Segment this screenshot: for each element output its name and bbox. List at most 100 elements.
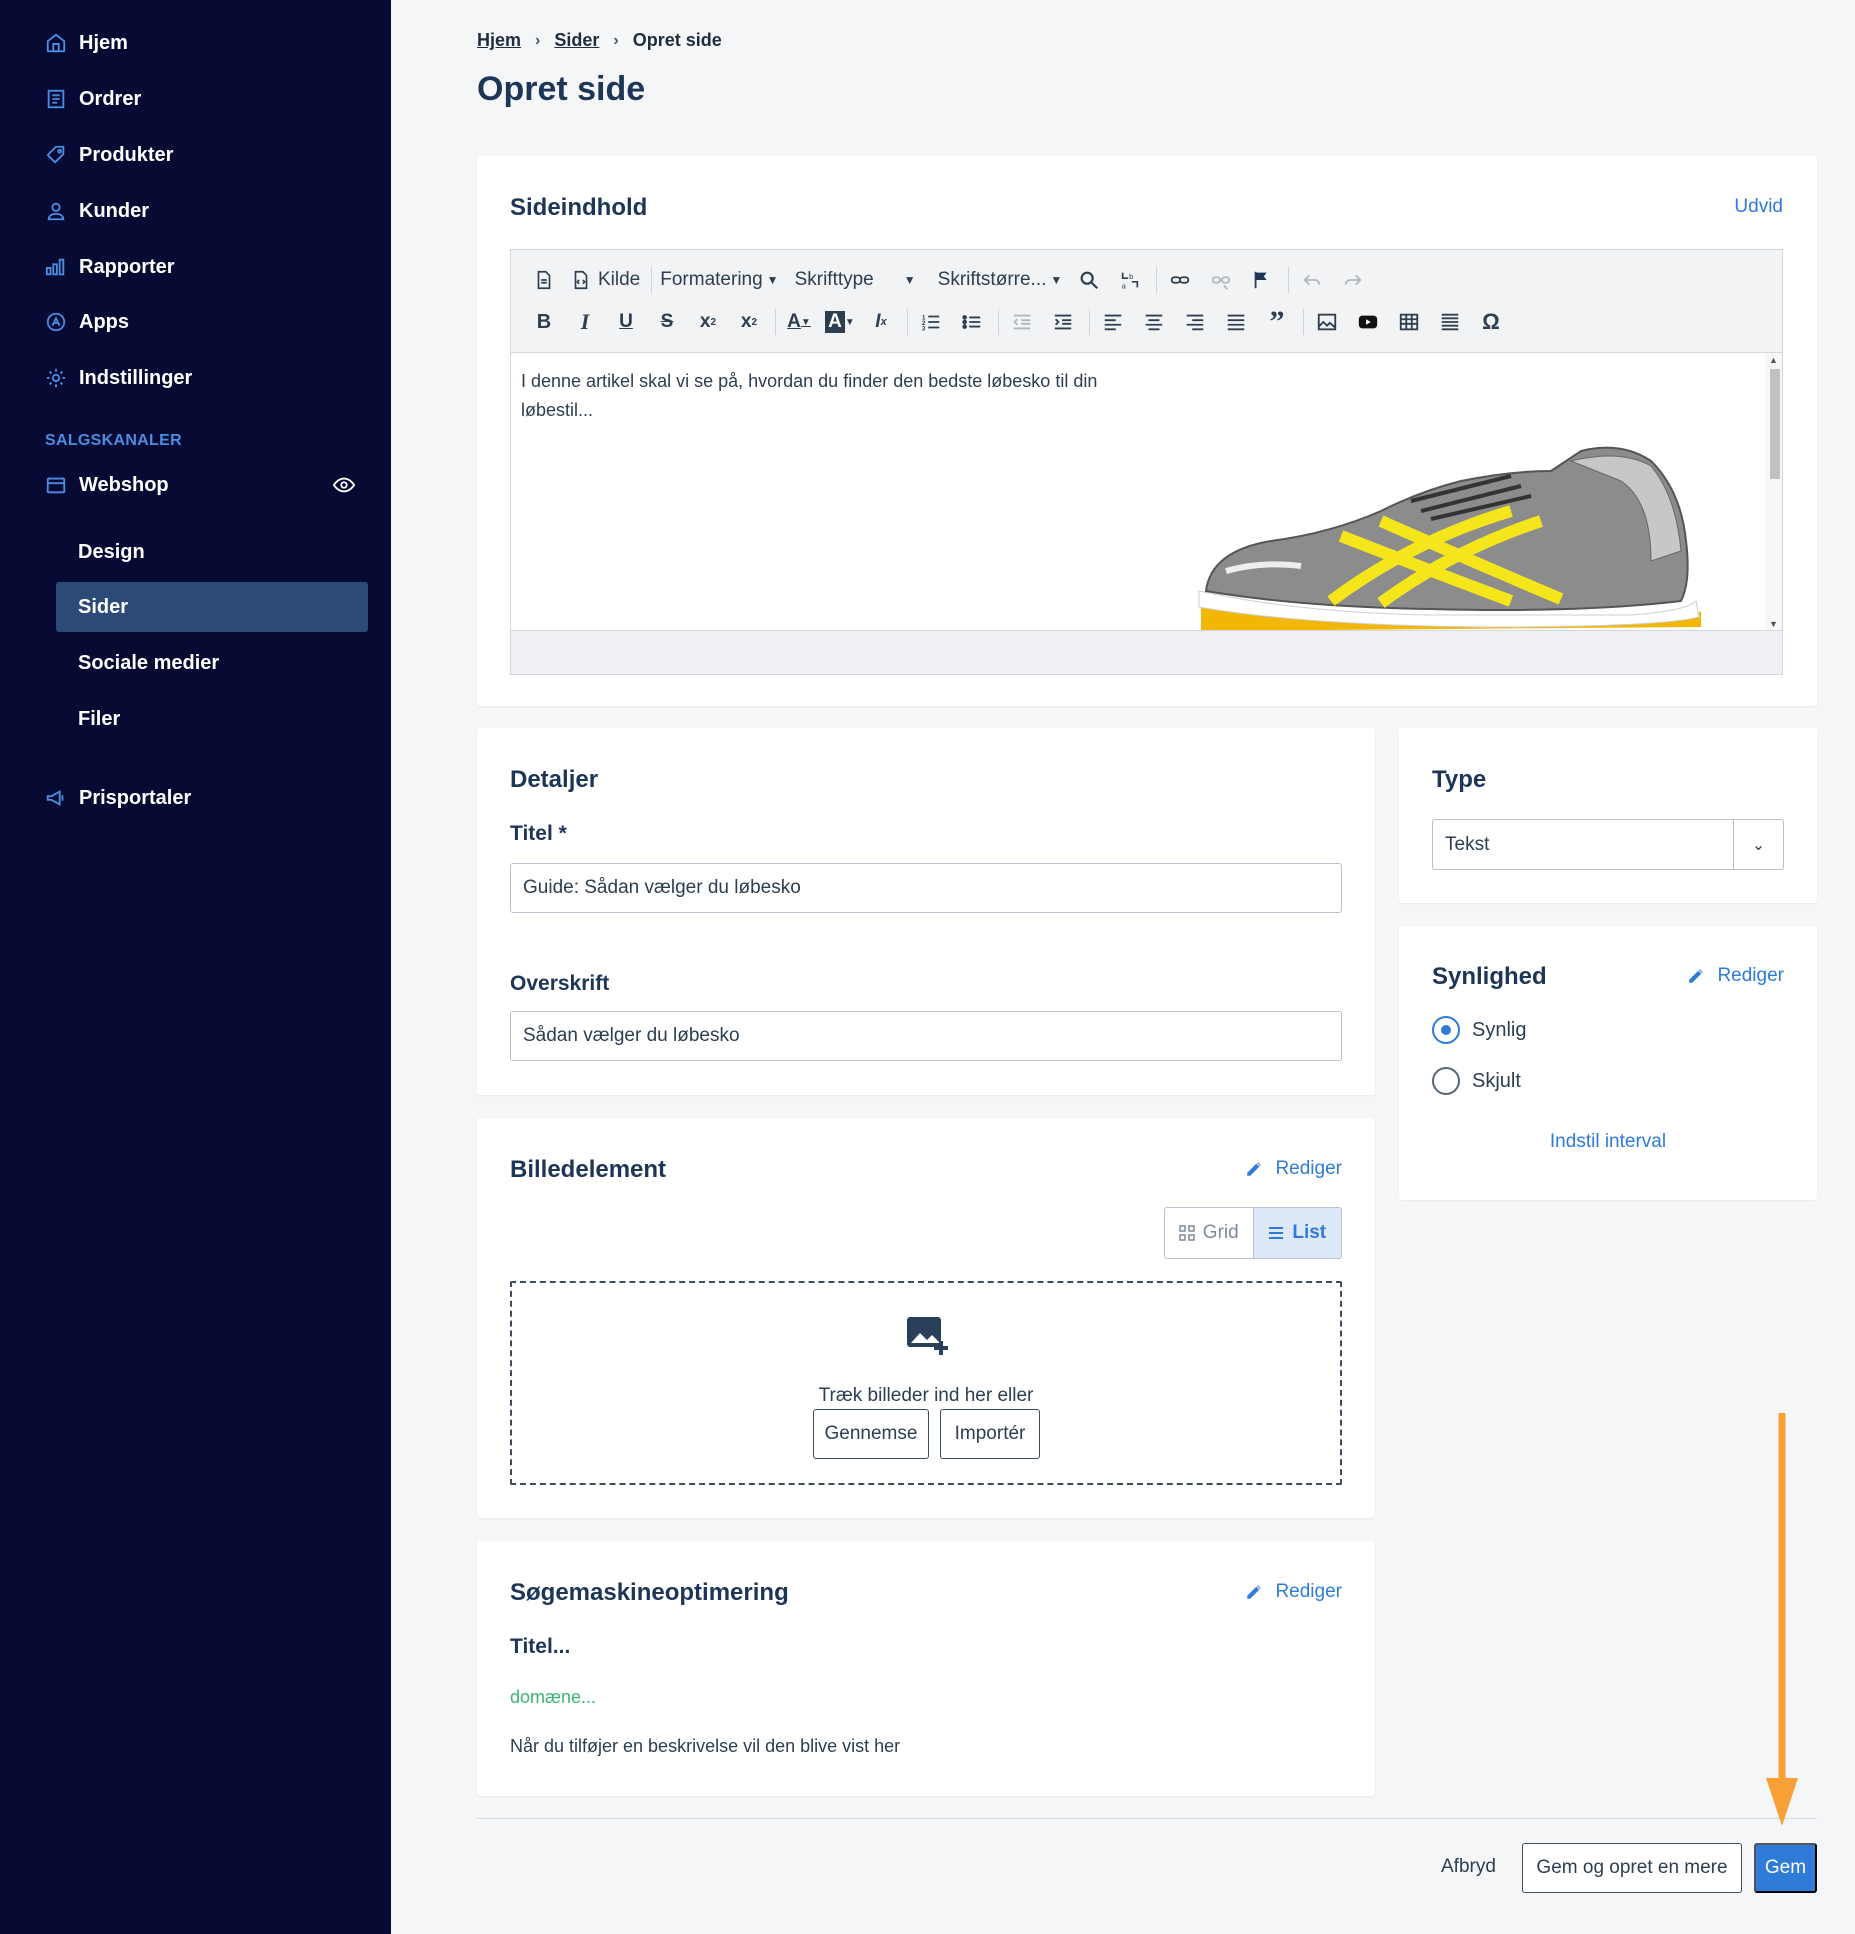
editor-toolbar: Kilde Formatering ▼ Skrifttype ▼ Skriftstø… bbox=[511, 250, 1782, 353]
blockquote-icon[interactable]: ” bbox=[1262, 305, 1292, 338]
undo-icon[interactable] bbox=[1297, 264, 1327, 296]
chevron-down-icon: ⌄ bbox=[1733, 820, 1783, 869]
italic-icon[interactable]: I bbox=[570, 306, 600, 338]
font-dropdown[interactable]: Skrifttype ▼ bbox=[795, 269, 916, 291]
image-icon[interactable] bbox=[1312, 306, 1342, 338]
sidebar-subitem-label: Design bbox=[78, 540, 145, 563]
background-color-icon[interactable]: A ▼ bbox=[825, 306, 855, 338]
eye-icon[interactable] bbox=[332, 474, 356, 496]
radio-skjult[interactable]: Skjult bbox=[1432, 1067, 1521, 1095]
seo-edit-label: Rediger bbox=[1275, 1581, 1342, 1602]
align-left-icon[interactable] bbox=[1098, 306, 1128, 338]
sidebar-item-label: Prisportaler bbox=[79, 786, 192, 809]
search-icon[interactable] bbox=[1074, 264, 1104, 296]
seo-preview-domain: domæne... bbox=[510, 1687, 597, 1707]
type-select[interactable]: Tekst ⌄ bbox=[1432, 819, 1784, 870]
scroll-down-icon[interactable]: ▼ bbox=[1769, 619, 1778, 629]
expand-link[interactable]: Udvid bbox=[1734, 196, 1783, 218]
special-char-icon[interactable]: Ω bbox=[1476, 306, 1506, 338]
sidebar-item-prisportaler[interactable]: Prisportaler bbox=[45, 778, 191, 818]
sidebar-subitem-sider[interactable]: Sider bbox=[56, 582, 368, 632]
sidebar-item-webshop[interactable]: Webshop bbox=[45, 465, 169, 505]
strikethrough-icon[interactable]: S bbox=[652, 306, 682, 338]
subscript-icon[interactable]: x2 bbox=[693, 306, 723, 338]
heading-input[interactable] bbox=[510, 1011, 1342, 1061]
sidebar: Hjem Ordrer Produkter Kunder Rapporter A… bbox=[0, 0, 391, 1934]
cancel-link[interactable]: Afbryd bbox=[1441, 1856, 1496, 1878]
toolbar-separator bbox=[651, 267, 653, 293]
unlink-icon[interactable] bbox=[1206, 264, 1236, 296]
type-select-value: Tekst bbox=[1445, 833, 1490, 855]
seo-card: Søgemaskineoptimering Rediger Titel... d… bbox=[477, 1541, 1375, 1796]
sidebar-item-label: Rapporter bbox=[79, 255, 175, 278]
toolbar-separator bbox=[1156, 267, 1158, 293]
indent-icon[interactable] bbox=[1048, 306, 1078, 338]
remove-format-icon[interactable]: Ix bbox=[866, 306, 896, 338]
sidebar-item-rapporter[interactable]: Rapporter bbox=[45, 247, 175, 287]
table-icon[interactable] bbox=[1394, 306, 1424, 338]
title-input[interactable] bbox=[510, 863, 1342, 913]
text-color-icon[interactable]: A ▼ bbox=[784, 306, 814, 338]
heading-field-label: Overskrift bbox=[510, 972, 610, 995]
numbered-list-icon[interactable]: 123 bbox=[916, 306, 946, 338]
store-icon bbox=[45, 474, 67, 496]
outdent-icon[interactable] bbox=[1007, 306, 1037, 338]
visibility-card-title: Synlighed bbox=[1432, 963, 1547, 990]
grid-view-button[interactable]: Grid bbox=[1165, 1208, 1253, 1258]
align-justify-icon[interactable] bbox=[1221, 306, 1251, 338]
redo-icon[interactable] bbox=[1338, 264, 1368, 296]
align-right-icon[interactable] bbox=[1180, 306, 1210, 338]
save-and-create-another-button[interactable]: Gem og opret en mere bbox=[1522, 1843, 1742, 1893]
section-label-salgskanaler: SALGSKANALER bbox=[45, 432, 182, 449]
browse-button[interactable]: Gennemse bbox=[813, 1409, 929, 1459]
source-button[interactable]: Kilde bbox=[570, 264, 640, 296]
sidebar-subitem-label: Sider bbox=[78, 595, 129, 618]
image-edit-link[interactable]: Rediger bbox=[1245, 1158, 1342, 1180]
sidebar-item-ordrer[interactable]: Ordrer bbox=[45, 79, 141, 119]
title-field-label: Titel * bbox=[510, 822, 567, 845]
editor-content[interactable]: I denne artikel skal vi se på, hvordan d… bbox=[511, 353, 1766, 631]
save-button[interactable]: Gem bbox=[1754, 1843, 1817, 1893]
seo-preview-title: Titel... bbox=[510, 1635, 571, 1658]
video-icon[interactable] bbox=[1353, 306, 1383, 338]
horizontal-rule-icon[interactable] bbox=[1435, 306, 1465, 338]
details-card-title: Detaljer bbox=[510, 766, 599, 793]
list-view-label: List bbox=[1292, 1222, 1327, 1243]
underline-icon[interactable]: U bbox=[611, 306, 641, 338]
bulleted-list-icon[interactable] bbox=[957, 306, 987, 338]
sidebar-item-hjem[interactable]: Hjem bbox=[45, 23, 128, 63]
breadcrumb: Hjem › Sider › Opret side bbox=[477, 30, 722, 51]
sidebar-item-produkter[interactable]: Produkter bbox=[45, 135, 173, 175]
content-card-title: Sideindhold bbox=[510, 194, 648, 221]
new-page-icon[interactable] bbox=[529, 264, 559, 296]
scroll-thumb[interactable] bbox=[1770, 369, 1780, 479]
editor-scrollbar[interactable]: ▲ ▼ bbox=[1765, 353, 1782, 631]
image-dropzone[interactable]: Træk billeder ind her eller Gennemse Imp… bbox=[510, 1281, 1342, 1485]
rich-text-editor[interactable]: Kilde Formatering ▼ Skrifttype ▼ Skriftstø… bbox=[510, 249, 1783, 675]
sidebar-item-indstillinger[interactable]: Indstillinger bbox=[45, 358, 192, 398]
breadcrumb-link-hjem[interactable]: Hjem bbox=[477, 30, 521, 51]
sidebar-subitem-sociale-medier[interactable]: Sociale medier bbox=[56, 638, 368, 688]
format-dropdown[interactable]: Formatering ▼ bbox=[660, 269, 778, 291]
add-image-icon bbox=[907, 1317, 948, 1355]
toolbar-separator bbox=[1089, 309, 1090, 335]
bold-icon[interactable]: B bbox=[529, 306, 559, 338]
link-icon[interactable] bbox=[1165, 264, 1195, 296]
align-center-icon[interactable] bbox=[1139, 306, 1169, 338]
set-interval-link[interactable]: Indstil interval bbox=[1399, 1131, 1817, 1153]
sidebar-item-apps[interactable]: Apps bbox=[45, 302, 129, 342]
radio-synlig[interactable]: Synlig bbox=[1432, 1016, 1526, 1044]
import-button[interactable]: Importér bbox=[940, 1409, 1040, 1459]
sidebar-subitem-design[interactable]: Design bbox=[56, 527, 368, 577]
size-dropdown[interactable]: Skriftstørre... ▼ bbox=[938, 269, 1063, 291]
scroll-up-icon[interactable]: ▲ bbox=[1769, 355, 1778, 365]
list-view-button[interactable]: List bbox=[1252, 1208, 1341, 1258]
breadcrumb-link-sider[interactable]: Sider bbox=[554, 30, 599, 51]
sidebar-item-kunder[interactable]: Kunder bbox=[45, 191, 149, 231]
visibility-edit-link[interactable]: Rediger bbox=[1687, 965, 1784, 987]
anchor-flag-icon[interactable] bbox=[1247, 264, 1277, 296]
sidebar-subitem-filer[interactable]: Filer bbox=[56, 694, 368, 744]
superscript-icon[interactable]: x2 bbox=[734, 306, 764, 338]
replace-icon[interactable]: ba bbox=[1115, 264, 1145, 296]
seo-edit-link[interactable]: Rediger bbox=[1245, 1581, 1342, 1603]
